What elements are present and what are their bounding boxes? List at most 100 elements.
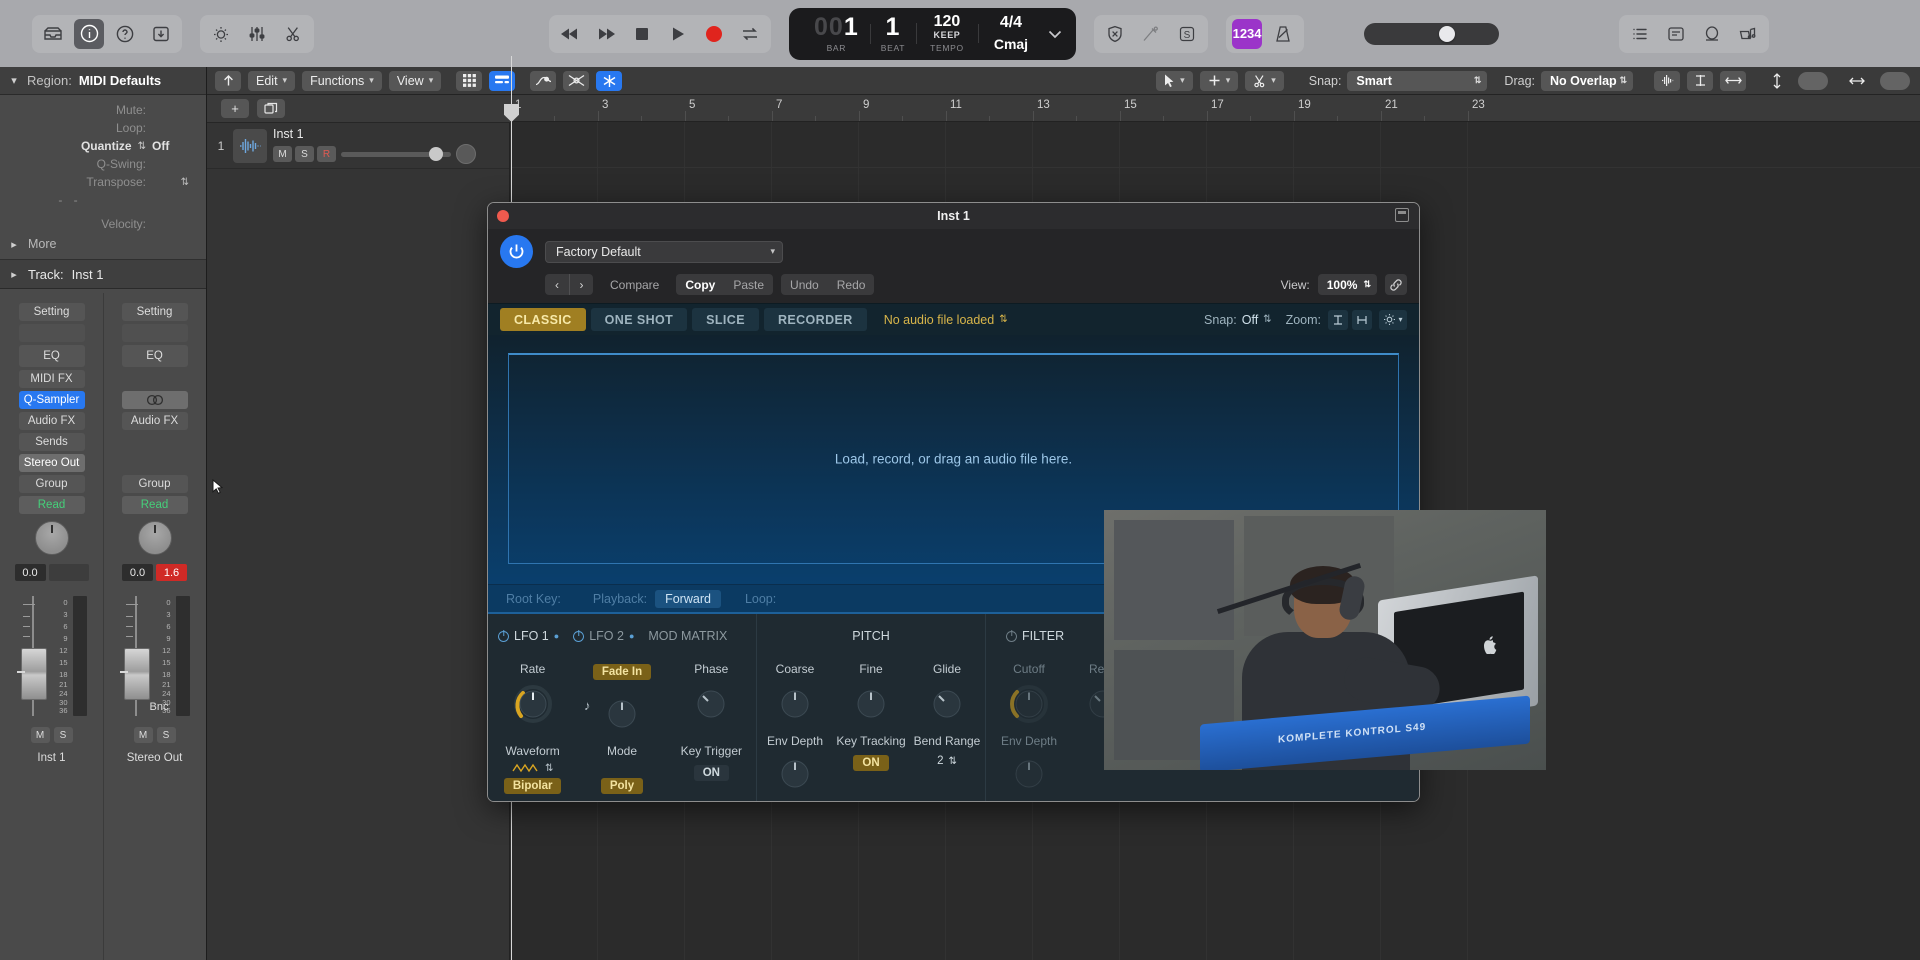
mixer-faders-icon[interactable] bbox=[242, 19, 272, 49]
lfo-mode-control[interactable]: Mode Poly bbox=[582, 744, 662, 794]
root-key-param[interactable]: Root Key: bbox=[506, 592, 593, 606]
lfo-key-trigger-control[interactable]: Key Trigger ON bbox=[671, 744, 751, 794]
redo-button[interactable]: Redo bbox=[828, 274, 875, 295]
region-param-mute[interactable]: Mute: bbox=[0, 101, 198, 119]
power-icon[interactable] bbox=[1006, 630, 1017, 642]
audio-fx-slot[interactable]: Audio FX bbox=[18, 412, 85, 430]
level-value[interactable] bbox=[48, 564, 89, 581]
filter-env-depth-knob[interactable] bbox=[1007, 752, 1051, 796]
track-row[interactable]: 1 Inst 1 M S R bbox=[207, 123, 509, 169]
lfo-waveform-value[interactable]: Bipolar bbox=[503, 778, 562, 794]
track-volume-slider[interactable] bbox=[341, 146, 451, 161]
group-slot[interactable]: Group bbox=[121, 475, 188, 493]
sampler-snap-control[interactable]: Snap: Off ⇅ bbox=[1204, 313, 1272, 327]
lfo-mode-value[interactable]: Poly bbox=[600, 778, 644, 794]
lfo-fade-in-knob[interactable]: ♪ bbox=[584, 692, 644, 736]
preset-next-button[interactable]: › bbox=[569, 274, 593, 295]
pitch-coarse-knob[interactable] bbox=[773, 682, 817, 726]
track-name[interactable]: Inst 1 bbox=[273, 127, 476, 141]
insert-blank-slot[interactable] bbox=[18, 324, 85, 342]
tab-lfo-1[interactable]: LFO 1 ● bbox=[498, 629, 559, 643]
region-inspector-header[interactable]: ▾ Region: MIDI Defaults bbox=[0, 67, 206, 95]
setting-slot[interactable]: Setting bbox=[18, 303, 85, 321]
zoom-horizontal-icon[interactable] bbox=[1352, 309, 1372, 330]
tab-mod-matrix[interactable]: MOD MATRIX bbox=[648, 629, 727, 643]
mode-tab-recorder[interactable]: RECORDER bbox=[763, 308, 867, 331]
cycle-icon[interactable] bbox=[735, 19, 765, 49]
mute-button[interactable]: M bbox=[133, 727, 153, 743]
mode-tab-slice[interactable]: SLICE bbox=[692, 308, 759, 331]
count-in-icon[interactable]: 1234 bbox=[1232, 18, 1263, 49]
flex-time-icon[interactable] bbox=[1687, 70, 1713, 91]
region-param-qswing[interactable]: Q-Swing: bbox=[0, 155, 198, 173]
menu-view[interactable]: View ▾ bbox=[388, 70, 442, 91]
transpose-stepper-icon[interactable]: ⇅ bbox=[181, 177, 189, 188]
volume-fader[interactable] bbox=[16, 596, 51, 716]
zoom-vertical-icon[interactable] bbox=[1328, 309, 1348, 330]
pitch-coarse-control[interactable]: Coarse bbox=[760, 662, 830, 726]
eq-slot[interactable]: EQ bbox=[121, 345, 188, 367]
pitch-key-tracking-control[interactable]: Key Tracking ON bbox=[834, 734, 908, 796]
track-solo-button[interactable]: S bbox=[295, 146, 314, 162]
tab-lfo-2[interactable]: LFO 2 ● bbox=[573, 629, 634, 643]
power-icon[interactable] bbox=[500, 235, 533, 268]
midi-fx-slot[interactable]: MIDI FX bbox=[18, 370, 85, 388]
track-pan-knob[interactable] bbox=[456, 144, 476, 164]
lcd-display[interactable]: 001 BAR 1 BEAT 120 KEEP TEMPO 4/4 Cmaj bbox=[789, 7, 1077, 60]
copy-button[interactable]: Copy bbox=[676, 274, 724, 295]
lfo-phase-control[interactable]: Phase bbox=[673, 662, 749, 736]
lfo-fade-in-label[interactable]: Fade In bbox=[592, 664, 652, 680]
region-param-velocity[interactable]: Velocity: bbox=[0, 215, 198, 233]
volume-fader[interactable] bbox=[119, 596, 154, 716]
peak-level-value[interactable]: 1.6 bbox=[156, 564, 187, 581]
media-browser-icon[interactable] bbox=[1733, 19, 1763, 49]
chevron-down-icon[interactable] bbox=[1044, 26, 1070, 42]
master-volume-knob[interactable] bbox=[1439, 25, 1456, 42]
audio-fx-slot[interactable]: Audio FX bbox=[121, 412, 188, 430]
pan-knob[interactable] bbox=[34, 521, 69, 555]
lcd-beat[interactable]: 1 BEAT bbox=[869, 14, 916, 53]
snap-popup[interactable]: Smart ⇅ bbox=[1347, 70, 1488, 91]
filter-title-group[interactable]: FILTER bbox=[1006, 629, 1064, 643]
catch-playhead-icon[interactable] bbox=[596, 70, 623, 91]
loop-browser-icon[interactable] bbox=[1697, 19, 1727, 49]
filter-cutoff-knob[interactable] bbox=[1007, 682, 1051, 726]
fader-handle[interactable] bbox=[119, 648, 150, 700]
compare-button[interactable]: Compare bbox=[601, 274, 668, 295]
close-icon[interactable] bbox=[497, 210, 509, 222]
gear-icon[interactable]: ▾ bbox=[1379, 309, 1407, 330]
lfo-key-trigger-value[interactable]: ON bbox=[693, 765, 729, 781]
instrument-waveform-icon[interactable] bbox=[233, 128, 267, 163]
automation-mode-slot[interactable]: Read bbox=[121, 496, 188, 514]
pitch-bend-range-stepper[interactable]: 2 ⇅ bbox=[910, 755, 984, 767]
play-icon[interactable] bbox=[663, 19, 693, 49]
playback-value[interactable]: Forward bbox=[655, 589, 721, 608]
link-icon[interactable] bbox=[1385, 274, 1407, 295]
ruler[interactable]: 1 3 5 7 9 11 13 15 17 19 21 23 bbox=[510, 95, 1920, 122]
library-icon[interactable] bbox=[38, 19, 68, 49]
view-zoom-selector[interactable]: 100% ⇅ bbox=[1317, 274, 1377, 295]
instrument-slot[interactable]: Q-Sampler bbox=[18, 391, 85, 409]
master-volume-slider[interactable] bbox=[1364, 22, 1500, 45]
inspector-info-icon[interactable] bbox=[74, 18, 104, 49]
group-slot[interactable]: Group bbox=[18, 475, 85, 493]
vertical-zoom-icon[interactable] bbox=[1763, 71, 1791, 91]
automation-icon[interactable] bbox=[530, 70, 557, 91]
power-icon[interactable] bbox=[573, 630, 585, 642]
plus-icon[interactable]: + bbox=[221, 99, 249, 118]
note-icon[interactable]: ♪ bbox=[584, 698, 591, 713]
horizontal-zoom-slider[interactable] bbox=[1880, 71, 1910, 90]
lfo-fade-in-control[interactable]: Fade In ♪ bbox=[584, 662, 660, 736]
pitch-key-tracking-value[interactable]: ON bbox=[853, 755, 889, 771]
mute-button[interactable]: M bbox=[30, 727, 50, 743]
duplicate-icon[interactable] bbox=[257, 99, 285, 118]
preset-prev-button[interactable]: ‹ bbox=[545, 274, 569, 295]
playback-param[interactable]: Playback: Forward bbox=[593, 589, 745, 608]
stop-icon[interactable] bbox=[627, 19, 657, 49]
pointer-tool-icon[interactable]: ▾ bbox=[1156, 70, 1193, 91]
automation-mode-slot[interactable]: Read bbox=[18, 496, 85, 514]
region-param-transpose[interactable]: Transpose: ⇅ bbox=[0, 173, 198, 191]
solo-button[interactable]: S bbox=[53, 727, 73, 743]
lfo-phase-knob[interactable] bbox=[689, 682, 733, 726]
undo-button[interactable]: Undo bbox=[781, 274, 828, 295]
